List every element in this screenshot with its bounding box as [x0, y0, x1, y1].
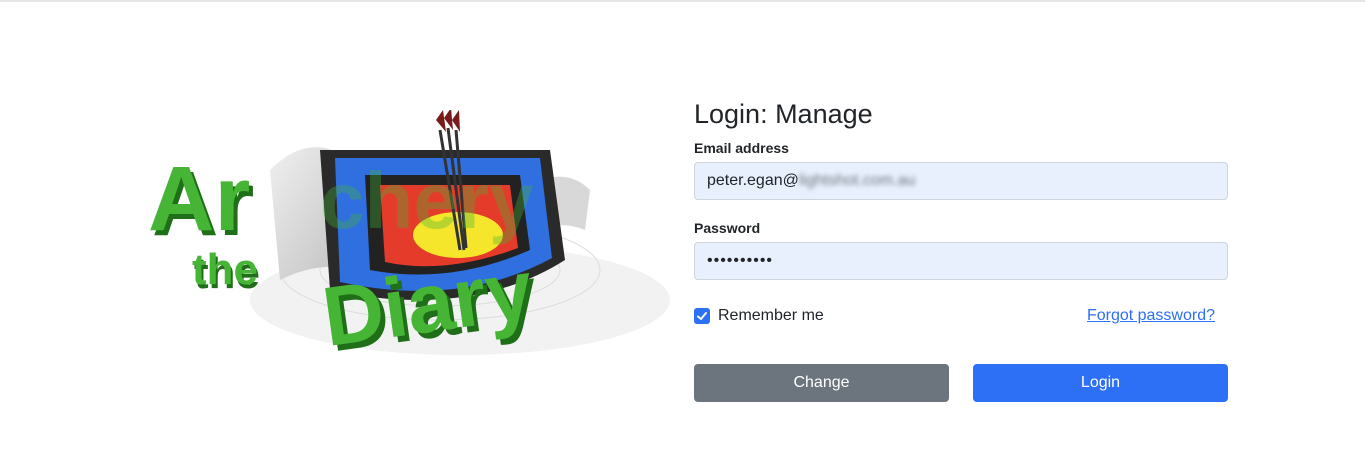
password-label: Password: [694, 220, 761, 236]
form-buttons: Change Login: [694, 364, 1228, 402]
top-divider: [0, 0, 1365, 2]
svg-text:chery: chery: [320, 156, 534, 245]
check-icon: [697, 312, 707, 320]
page-title: Login: Manage: [694, 99, 873, 129]
login-button[interactable]: Login: [973, 364, 1228, 402]
archery-diary-logo: Ar Ar chery the the Diary Diary: [140, 108, 670, 390]
password-field[interactable]: ••••••••••: [694, 242, 1228, 280]
logo-graphic: Ar Ar chery the the Diary Diary: [148, 108, 670, 369]
remember-checkbox[interactable]: [694, 308, 710, 324]
email-label: Email address: [694, 140, 789, 156]
email-value: peter.egan@: [707, 172, 799, 189]
email-value-redacted: lightshot.com.au: [798, 172, 916, 189]
svg-text:the: the: [192, 245, 258, 294]
password-value: ••••••••••: [707, 252, 774, 269]
remember-row: Remember me Forgot password?: [694, 306, 1228, 330]
svg-text:Ar: Ar: [148, 148, 250, 250]
email-field[interactable]: peter.egan@lightshot.com.au: [694, 162, 1228, 200]
login-form: Login: Manage Email address peter.egan@l…: [694, 96, 1228, 402]
change-button[interactable]: Change: [694, 364, 949, 402]
forgot-password-link[interactable]: Forgot password?: [1087, 307, 1215, 325]
remember-label[interactable]: Remember me: [718, 307, 824, 325]
